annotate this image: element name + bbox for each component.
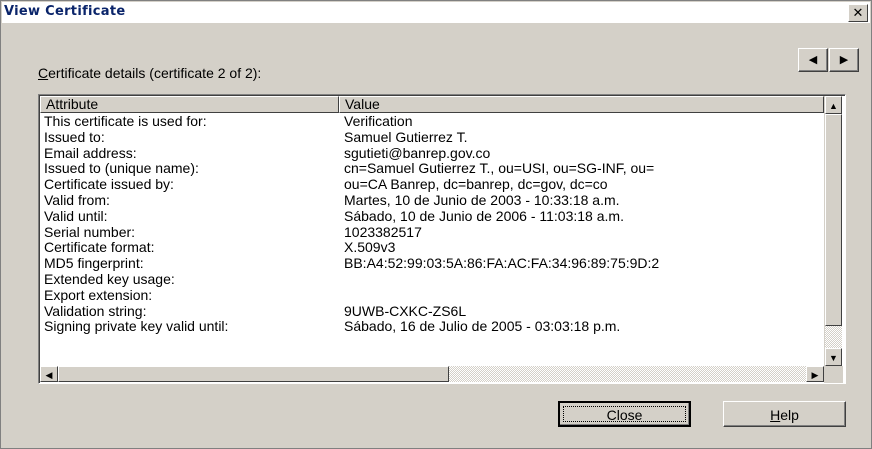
table-row[interactable]: Email address: sgutieti@banrep.gov.co (44, 144, 824, 162)
value-cell: 9UWB-CXKC-ZS6L (344, 303, 467, 319)
attribute-cell: Validation string: (44, 302, 147, 319)
attribute-cell: This certificate is used for: (44, 113, 207, 129)
attribute-cell: Certificate issued by: (44, 176, 174, 193)
details-label-text: ertificate details (certificate 2 of 2): (48, 65, 262, 81)
list-rows: This certificate is used for: Verificatio… (44, 113, 824, 335)
table-row[interactable]: Export extension: (44, 286, 824, 304)
table-row[interactable]: Extended key usage: (44, 270, 824, 288)
table-row[interactable]: Certificate format: X.509v3 (44, 240, 824, 256)
close-icon[interactable]: ✕ (848, 4, 868, 22)
value-cell: Samuel Gutierrez T. (344, 129, 468, 145)
table-row[interactable]: Valid from: Martes, 10 de Junio de 2003 -… (44, 191, 824, 209)
table-row[interactable]: Validation string: 9UWB-CXKC-ZS6L (44, 302, 824, 320)
previous-certificate-button[interactable]: ◀ (798, 48, 828, 72)
value-cell: cn=Samuel Gutierrez T., ou=USI, ou=SG-IN… (344, 161, 655, 177)
vertical-scroll-track[interactable] (825, 326, 842, 348)
certificate-details-label: Certificate details (certificate 2 of 2)… (38, 65, 261, 81)
table-row[interactable]: Issued to: Samuel Gutierrez T. (44, 128, 824, 146)
help-mnemonic: H (770, 407, 781, 423)
attribute-cell: Signing private key valid until: (44, 318, 229, 335)
column-header-attribute[interactable]: Attribute (40, 96, 339, 113)
value-cell: Sábado, 10 de Junio de 2006 - 11:03:18 a… (344, 208, 624, 224)
list-header: Attribute Value (40, 96, 824, 113)
horizontal-scroll-track[interactable] (449, 366, 806, 382)
value-cell: BB:A4:52:99:03:5A:86:FA:AC:FA:34:96:89:7… (344, 256, 660, 272)
attribute-cell: Valid until: (44, 207, 108, 224)
value-cell: Verification (344, 114, 413, 129)
certificate-details-list[interactable]: Attribute Value This certificate is used… (38, 94, 846, 384)
vertical-scroll-thumb[interactable] (825, 114, 842, 326)
scroll-down-icon[interactable]: ▼ (825, 348, 842, 366)
attribute-cell: Export extension: (44, 286, 153, 303)
details-label-mnemonic: C (38, 65, 49, 81)
attribute-cell: Issued to: (44, 128, 105, 145)
scrollbar-corner (824, 366, 843, 383)
value-cell: sgutieti@banrep.gov.co (344, 145, 491, 161)
column-header-value[interactable]: Value (339, 96, 824, 113)
table-row[interactable]: MD5 fingerprint: BB:A4:52:99:03:5A:86:FA:… (44, 255, 824, 272)
window-title: View Certificate (4, 4, 126, 19)
attribute-cell: Issued to (unique name): (44, 160, 199, 177)
attribute-cell: Extended key usage: (44, 270, 175, 287)
table-row[interactable]: Issued to (unique name): cn=Samuel Gutier… (44, 161, 824, 177)
table-row[interactable]: Serial number: 1023382517 (44, 223, 824, 241)
attribute-cell: MD5 fingerprint: (44, 255, 144, 272)
attribute-cell: Email address: (44, 144, 137, 161)
attribute-cell: Valid from: (44, 191, 110, 208)
help-label-rest: elp (780, 407, 799, 423)
value-cell: Martes, 10 de Junio de 2003 - 10:33:18 a… (344, 192, 620, 208)
scroll-left-icon[interactable]: ◀ (40, 366, 58, 382)
title-bar: View Certificate ✕ (2, 2, 870, 23)
attribute-cell: Certificate format: (44, 239, 155, 256)
table-row[interactable]: This certificate is used for: Verificatio… (44, 113, 824, 130)
table-row[interactable]: Valid until: Sábado, 10 de Junio de 2006 … (44, 207, 824, 225)
arrow-left-icon: ◀ (808, 54, 818, 66)
help-button[interactable]: Help (723, 401, 846, 427)
table-row[interactable]: Certificate issued by: ou=CA Banrep, dc=b… (44, 176, 824, 193)
table-row[interactable]: Signing private key valid until: Sábado, … (44, 319, 824, 335)
value-cell: ou=CA Banrep, dc=banrep, dc=gov, dc=co (344, 177, 608, 193)
next-certificate-button[interactable]: ▶ (829, 48, 859, 72)
scroll-right-icon[interactable]: ▶ (806, 366, 824, 382)
horizontal-scrollbar[interactable]: ◀ ▶ (40, 366, 824, 382)
scroll-up-icon[interactable]: ▲ (825, 96, 842, 114)
horizontal-scroll-thumb[interactable] (58, 366, 449, 382)
value-cell: X.509v3 (344, 240, 396, 256)
close-button[interactable]: Close (558, 401, 691, 427)
attribute-cell: Serial number: (44, 223, 136, 240)
value-cell: Sábado, 16 de Julio de 2005 - 03:03:18 p… (344, 319, 621, 335)
vertical-scrollbar[interactable]: ▲ ▼ (824, 96, 842, 366)
value-cell: 1023382517 (344, 224, 422, 240)
close-button-label: Close (563, 406, 686, 423)
arrow-right-icon: ▶ (839, 54, 849, 66)
view-certificate-dialog: View Certificate ✕ Certificate details (… (0, 0, 872, 449)
